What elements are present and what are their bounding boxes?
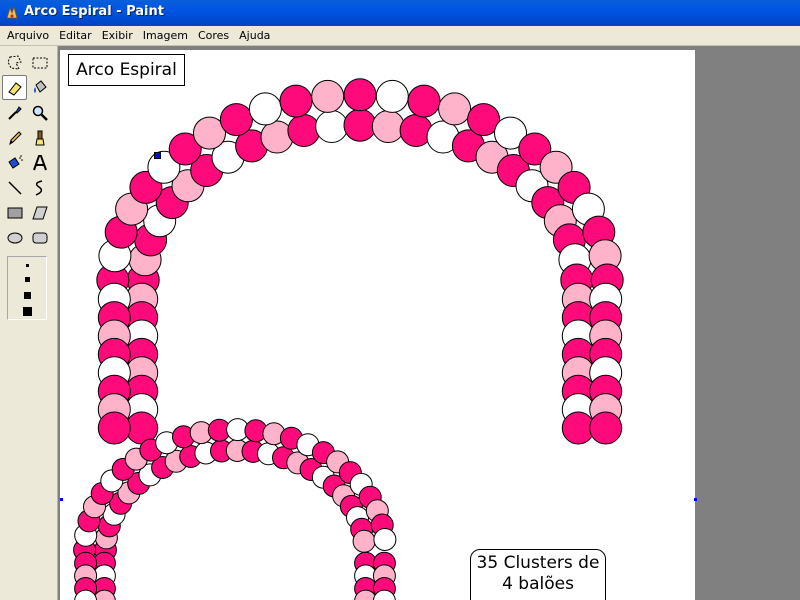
rectangle-tool[interactable]	[2, 200, 27, 225]
balloon-arches-drawing	[73, 78, 624, 600]
magnifier-tool-icon	[32, 105, 48, 121]
polygon-tool[interactable]	[27, 200, 52, 225]
eraser-size-4[interactable]	[23, 307, 32, 316]
window-title: Arco Espiral - Paint	[24, 4, 164, 19]
balloon	[352, 529, 376, 553]
workspace: Arco Espiral 35 Clusters de 4 balões	[58, 46, 800, 600]
rounded-rect-tool[interactable]	[27, 225, 52, 250]
balloon	[279, 84, 313, 118]
balloon	[589, 411, 623, 445]
free-select-tool[interactable]	[2, 50, 27, 75]
balloon	[219, 103, 253, 137]
title-bar: Arco Espiral - Paint	[0, 0, 800, 26]
line-tool[interactable]	[2, 175, 27, 200]
rect-select-tool[interactable]	[27, 50, 52, 75]
fill-tool-icon	[33, 79, 47, 93]
balloon	[315, 110, 349, 143]
color-picker-tool[interactable]	[2, 100, 27, 125]
arch-title-label: Arco Espiral	[68, 54, 185, 86]
text-tool-icon	[32, 154, 47, 170]
menu-ajuda[interactable]: Ajuda	[234, 27, 275, 45]
curve-tool[interactable]	[27, 175, 52, 200]
balloon	[343, 78, 377, 112]
selection-handle[interactable]	[154, 152, 161, 159]
balloon	[97, 411, 131, 445]
canvas-resize-handle-right[interactable]	[694, 498, 697, 501]
curve-tool-icon	[35, 179, 42, 196]
line-tool-icon	[7, 180, 22, 195]
balloon-arch-bottom	[73, 418, 397, 600]
brush-tool[interactable]	[27, 125, 52, 150]
fill-tool[interactable]	[27, 75, 52, 100]
rounded-rect-tool-icon	[32, 232, 47, 243]
brush-tool-icon	[34, 130, 45, 145]
rect-select-tool-icon	[32, 57, 47, 68]
drawing-canvas[interactable]: Arco Espiral 35 Clusters de 4 balões	[60, 50, 697, 600]
text-tool[interactable]	[27, 150, 52, 175]
toolbox	[0, 46, 58, 600]
magnifier-tool[interactable]	[27, 100, 52, 125]
clusters-note-line-2: 4 balões	[502, 574, 574, 594]
balloon	[407, 84, 441, 118]
ellipse-tool-icon	[7, 232, 22, 243]
canvas-resize-handle-top-left[interactable]	[60, 498, 63, 501]
balloon	[311, 79, 345, 113]
ellipse-tool[interactable]	[2, 225, 27, 250]
menu-editar[interactable]: Editar	[54, 27, 97, 45]
polygon-tool-icon	[31, 206, 48, 219]
clusters-note-line-1: 35 Clusters de	[476, 553, 600, 573]
airbrush-tool-icon	[7, 154, 23, 169]
clusters-note: 35 Clusters de 4 balões	[470, 549, 606, 600]
color-picker-tool-icon	[7, 105, 22, 120]
balloon	[373, 528, 397, 551]
balloon	[287, 114, 321, 147]
menu-arquivo[interactable]: Arquivo	[2, 27, 54, 45]
eraser-size-1[interactable]	[26, 264, 29, 267]
tool-grid	[2, 50, 54, 250]
balloon	[343, 108, 377, 142]
eraser-size-2[interactable]	[25, 277, 30, 282]
eraser-size-3[interactable]	[24, 292, 31, 299]
balloon	[438, 92, 472, 126]
menu-exibir[interactable]: Exibir	[97, 27, 138, 45]
airbrush-tool[interactable]	[2, 150, 27, 175]
pencil-tool-icon	[8, 130, 22, 145]
balloon	[375, 79, 409, 113]
free-select-tool-icon	[6, 54, 22, 70]
eraser-tool-icon	[7, 81, 22, 96]
eraser-size-selector[interactable]	[7, 256, 47, 320]
paint-app-icon	[6, 5, 18, 19]
menu-bar: Arquivo Editar Exibir Imagem Cores Ajuda	[0, 26, 800, 46]
eraser-tool[interactable]	[2, 75, 27, 100]
balloon-arch-top	[96, 78, 624, 445]
balloon	[371, 110, 405, 143]
balloon	[248, 92, 282, 126]
rectangle-tool-icon	[7, 207, 22, 218]
menu-imagem[interactable]: Imagem	[138, 27, 193, 45]
menu-cores[interactable]: Cores	[193, 27, 234, 45]
pencil-tool[interactable]	[2, 125, 27, 150]
